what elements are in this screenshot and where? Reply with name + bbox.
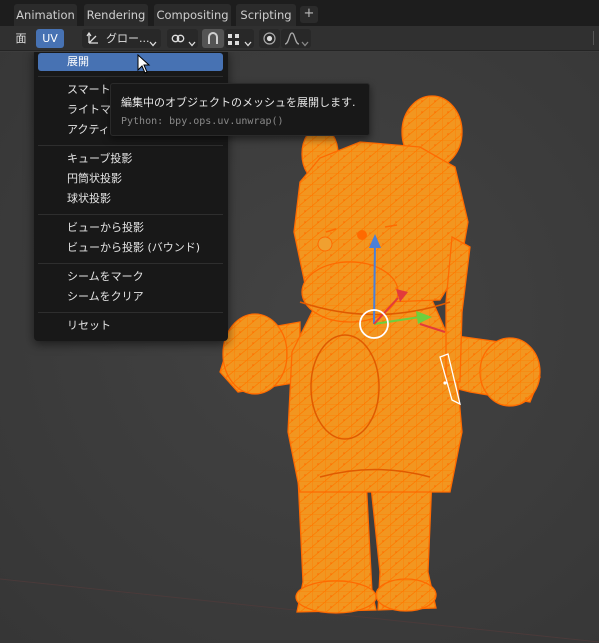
proportional-edit-icon [263, 32, 276, 51]
chevron-down-icon [188, 34, 196, 53]
tab-animation[interactable]: Animation [14, 4, 77, 26]
falloff-dropdown[interactable] [281, 29, 311, 48]
face-menu[interactable]: 面 [12, 29, 30, 48]
workspace-tab-bar: Animation Rendering Compositing Scriptin… [0, 0, 599, 26]
gizmo-z-axis [373, 241, 376, 325]
falloff-curve-icon [284, 32, 300, 51]
gizmo-icon [86, 31, 101, 52]
menu-separator [38, 145, 223, 146]
nose [357, 230, 367, 240]
link-icon [171, 32, 185, 51]
tooltip-description: 編集中のオブジェクトのメッシュを展開します. [121, 96, 356, 109]
uv-menu[interactable]: UV [36, 29, 64, 48]
add-workspace-button[interactable]: + [300, 6, 318, 23]
transform-orientation-label: グロー... [106, 32, 150, 45]
transform-orientation-dropdown[interactable]: グロー... [82, 29, 161, 48]
right-foot [375, 578, 437, 612]
snap-icon [206, 31, 220, 52]
viewport-header: 面 UV グロー... [0, 26, 599, 51]
mouse-cursor-icon [137, 53, 151, 77]
3d-viewport[interactable]: 展開 スマートUV投影 ライトマップパック アクティブ四角面に追従 キューブ投影… [0, 52, 599, 643]
right-paw [479, 337, 541, 407]
chevron-down-icon [244, 34, 252, 53]
menu-item-unwrap[interactable]: 展開 [38, 53, 223, 71]
teddy-bear-mesh[interactable] [219, 95, 541, 614]
left-foot [295, 580, 377, 614]
selected-vertex [443, 381, 447, 385]
menu-item-project-from-view-bounds[interactable]: ビューから投影 (バウンド) [38, 239, 223, 257]
menu-item-mark-seam[interactable]: シームをマーク [38, 268, 223, 286]
tab-compositing[interactable]: Compositing [154, 4, 231, 26]
tooltip-python: Python: bpy.ops.uv.unwrap() [121, 116, 284, 127]
chevron-down-icon [301, 34, 309, 53]
menu-item-clear-seam[interactable]: シームをクリア [38, 288, 223, 306]
cheek-left [317, 236, 333, 252]
menu-item-cylinder-projection[interactable]: 円筒状投影 [38, 170, 223, 188]
menu-item-sphere-projection[interactable]: 球状投影 [38, 190, 223, 208]
chevron-down-icon [149, 34, 157, 53]
grid-icon [228, 33, 240, 52]
menu-item-cube-projection[interactable]: キューブ投影 [38, 150, 223, 168]
left-paw [222, 313, 288, 395]
pivot-point-dropdown[interactable] [167, 29, 198, 48]
proportional-edit-toggle[interactable] [259, 29, 280, 48]
tab-rendering[interactable]: Rendering [84, 4, 148, 26]
unwrap-tooltip: 編集中のオブジェクトのメッシュを展開します. Python: bpy.ops.u… [110, 83, 370, 136]
menu-item-reset[interactable]: リセット [38, 317, 223, 335]
tab-scripting[interactable]: Scripting [236, 4, 296, 26]
menu-separator [38, 312, 223, 313]
menu-item-project-from-view[interactable]: ビューから投影 [38, 219, 223, 237]
snap-target-dropdown[interactable] [225, 29, 254, 48]
menu-separator [38, 263, 223, 264]
snap-toggle[interactable] [202, 29, 224, 48]
menu-separator [38, 214, 223, 215]
menu-separator [38, 76, 223, 77]
header-overflow [593, 31, 599, 45]
